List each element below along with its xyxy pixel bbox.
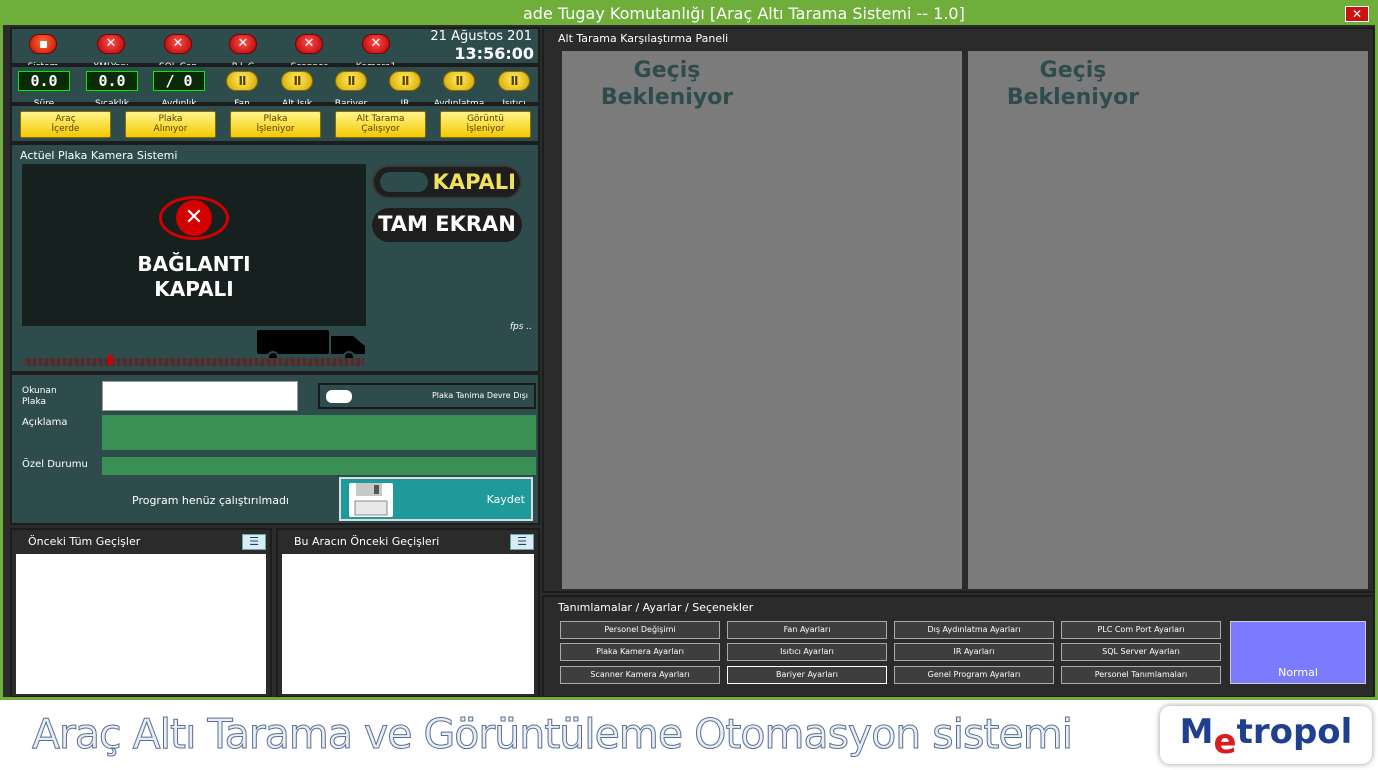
error-icon: ✕ xyxy=(229,34,257,54)
state-goruntu-isleniyor[interactable]: Görüntü İşleniyor xyxy=(440,111,531,138)
comparison-right[interactable]: Geçiş Bekleniyor xyxy=(968,51,1368,589)
status-panel: Sistem ✕XMLYapı ✕SQL Con ✕P L C ✕Scanner… xyxy=(10,27,540,72)
error-icon: ✕ xyxy=(362,34,390,54)
pause-icon: II xyxy=(498,71,530,91)
btn-ir[interactable]: IR Ayarları xyxy=(894,643,1054,661)
recognition-label: Plaka Tanima Devre Dışı xyxy=(431,391,528,400)
special-status-field[interactable] xyxy=(102,457,536,475)
program-status: Program henüz çalıştırılmadı xyxy=(132,494,289,507)
camera-power-toggle[interactable]: KAPALI xyxy=(372,165,522,199)
save-button[interactable]: Kaydet xyxy=(339,477,533,521)
position-marker xyxy=(108,355,113,365)
pause-icon: II xyxy=(226,71,258,91)
waiting-text-right: Geçiş Bekleniyor xyxy=(1006,58,1140,110)
save-label: Kaydet xyxy=(486,493,525,506)
waiting-text-left: Geçiş Bekleniyor xyxy=(600,58,734,110)
btn-scanner-kamera[interactable]: Scanner Kamera Ayarları xyxy=(560,666,720,684)
window-title: ade Tugay Komutanlığı [Araç Altı Tarama … xyxy=(523,4,965,23)
floppy-disk-icon xyxy=(349,483,393,517)
pause-icon: II xyxy=(281,71,313,91)
description-field[interactable] xyxy=(102,415,536,450)
comparison-title: Alt Tarama Karşılaştırma Paneli xyxy=(558,32,729,45)
position-track xyxy=(24,358,364,366)
settings-title: Tanımlamalar / Ayarlar / Seçenekler xyxy=(558,601,754,614)
btn-personel-degisimi[interactable]: Personel Değişimi xyxy=(560,621,720,639)
error-icon: ✕ xyxy=(97,34,125,54)
camera-title: Actüel Plaka Kamera Sistemi xyxy=(20,149,178,162)
btn-plaka-kamera[interactable]: Plaka Kamera Ayarları xyxy=(560,643,720,661)
btn-dis-aydinlatma[interactable]: Dış Aydınlatma Ayarları xyxy=(894,621,1054,639)
history-vehicle-title: Bu Aracın Önceki Geçişleri xyxy=(294,535,440,548)
plate-input[interactable] xyxy=(102,381,298,411)
pause-icon: II xyxy=(335,71,367,91)
sensor-panel: 0.0Süre 0.0Sıcaklık / 0Aydınlık IIFan II… xyxy=(10,65,540,109)
btn-isitici[interactable]: Isıtıcı Ayarları xyxy=(727,643,887,661)
toggle-label: KAPALI xyxy=(432,170,516,194)
connection-line2: KAPALI xyxy=(154,277,234,301)
footer-caption: Araç Altı Tarama ve Görüntüleme Otomasyo… xyxy=(31,710,1073,759)
state-arac-icerde[interactable]: Araç İçerde xyxy=(20,111,111,138)
plate-label: Okunan Plaka xyxy=(22,386,57,407)
error-icon: ✕ xyxy=(295,34,323,54)
app-window: ade Tugay Komutanlığı [Araç Altı Tarama … xyxy=(0,0,1378,700)
metropol-logo: Metropol xyxy=(1160,706,1372,764)
form-panel: Okunan Plaka Plaka Tanima Devre Dışı Açı… xyxy=(10,373,540,525)
list-icon[interactable]: ☰ xyxy=(242,534,266,550)
pause-icon: II xyxy=(443,71,475,91)
error-icon: ✕ xyxy=(164,34,192,54)
toggle-knob xyxy=(380,172,428,192)
footer-banner: Araç Altı Tarama ve Görüntüleme Otomasyo… xyxy=(0,700,1378,770)
history-all-list[interactable] xyxy=(16,554,266,694)
btn-fan-ayarlari[interactable]: Fan Ayarları xyxy=(727,621,887,639)
btn-bariyer[interactable]: Bariyer Ayarları xyxy=(727,666,887,684)
toggle-switch-icon xyxy=(326,390,352,403)
mode-button[interactable]: Normal xyxy=(1230,621,1366,684)
btn-personel-tanimlamalari[interactable]: Personel Tanımlamaları xyxy=(1061,666,1221,684)
btn-genel-program[interactable]: Genel Program Ayarları xyxy=(894,666,1054,684)
state-plaka-isleniyor[interactable]: Plaka İşleniyor xyxy=(230,111,321,138)
history-all-title: Önceki Tüm Geçişler xyxy=(28,535,141,548)
description-label: Açıklama xyxy=(22,417,68,428)
history-vehicle-list[interactable] xyxy=(282,554,534,694)
state-plaka-aliniyor[interactable]: Plaka Alınıyor xyxy=(125,111,216,138)
recognition-toggle[interactable]: Plaka Tanima Devre Dışı xyxy=(318,383,536,409)
fps-label: fps .. xyxy=(509,322,532,332)
close-icon[interactable]: ✕ xyxy=(1345,6,1369,22)
mode-label: Normal xyxy=(1278,666,1318,679)
list-icon[interactable]: ☰ xyxy=(510,534,534,550)
history-all-panel: Önceki Tüm Geçişler ☰ xyxy=(10,528,272,697)
camera-view: ✕ BAĞLANTI KAPALI xyxy=(22,164,366,326)
btn-plc-com-port[interactable]: PLC Com Port Ayarları xyxy=(1061,621,1221,639)
state-panel: Araç İçerde Plaka Alınıyor Plaka İşleniyor … xyxy=(10,104,540,143)
state-alt-tarama[interactable]: Alt Tarama Çalışıyor xyxy=(335,111,426,138)
btn-sql-server[interactable]: SQL Server Ayarları xyxy=(1061,643,1221,661)
stop-icon xyxy=(29,34,57,54)
pause-icon: II xyxy=(389,71,421,91)
history-vehicle-panel: Bu Aracın Önceki Geçişleri ☰ xyxy=(276,528,540,697)
time-label: 13:56:00 xyxy=(454,44,534,63)
settings-panel: Tanımlamalar / Ayarlar / Seçenekler Pers… xyxy=(542,595,1375,697)
connection-line1: BAĞLANTI xyxy=(137,252,251,276)
date-label: 21 Ağustos 201 xyxy=(430,29,532,44)
fullscreen-button[interactable]: TAM EKRAN xyxy=(372,208,522,242)
title-bar: ade Tugay Komutanlığı [Araç Altı Tarama … xyxy=(3,3,1375,25)
camera-panel: Actüel Plaka Kamera Sistemi ✕ BAĞLANTI K… xyxy=(10,143,540,373)
disconnected-icon: ✕ xyxy=(159,196,229,240)
special-status-label: Özel Durumu xyxy=(22,459,88,470)
comparison-panel: Alt Tarama Karşılaştırma Paneli Geçiş Be… xyxy=(542,27,1375,593)
comparison-left[interactable]: Geçiş Bekleniyor xyxy=(562,51,962,589)
